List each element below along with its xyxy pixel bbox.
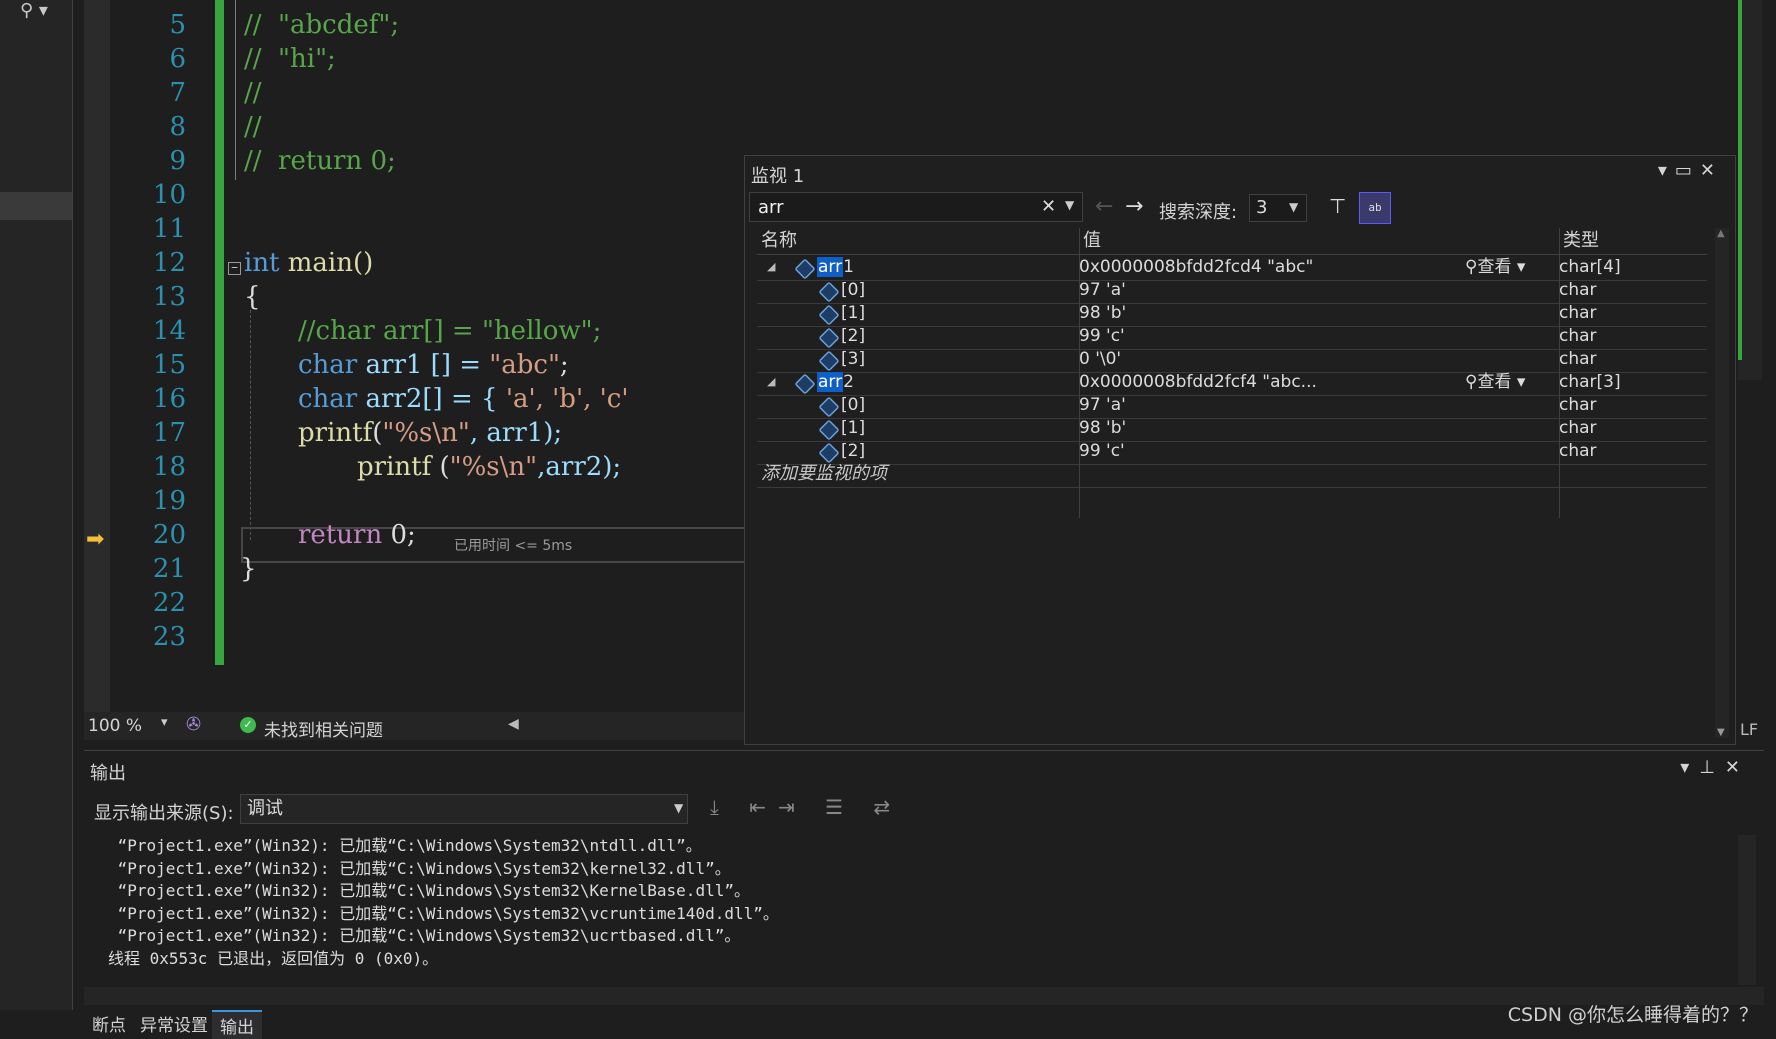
line-number: 23 [152, 622, 186, 652]
left-tool-strip: ⚲ ▾ [0, 0, 73, 1010]
check-icon: ✓ [240, 717, 256, 733]
output-line: “Project1.exe”(Win32): 已加载“C:\Windows\Sy… [108, 858, 731, 878]
col-header-value[interactable]: 值 [1079, 228, 1559, 255]
code-line-12: int main() [244, 248, 374, 278]
code-line-17: printf("%s\n", arr1); [298, 418, 563, 448]
line-number: 13 [152, 282, 186, 312]
arrow-right-icon[interactable]: → [1125, 194, 1143, 219]
search-depth-select[interactable]: 3 [1249, 194, 1307, 222]
close-icon[interactable]: ✕ [1041, 196, 1056, 217]
code-line-15: char arr1 [] = "abc"; [298, 350, 569, 380]
issues-status[interactable]: 未找到相关问题 [264, 716, 383, 741]
output-line: “Project1.exe”(Win32): 已加载“C:\Windows\Sy… [108, 881, 750, 900]
line-number: 10 [152, 180, 186, 210]
fold-guide [235, 0, 236, 180]
chevron-down-icon[interactable]: ▼ [674, 801, 683, 815]
code-line-14: //char arr[] = "hellow"; [298, 316, 602, 346]
watermark: CSDN @你怎么睡得着的？？ [1507, 1004, 1758, 1026]
code-line-21: } [240, 554, 257, 584]
column-separator[interactable] [1079, 228, 1080, 518]
zoom-level[interactable]: 100 % [88, 716, 142, 736]
pin-icon[interactable]: ⊤ [1329, 194, 1346, 218]
chevron-down-icon[interactable]: ▼ [1289, 200, 1298, 214]
line-number: 22 [152, 588, 186, 618]
code-line-9: // return 0; [244, 146, 396, 176]
execution-pointer-icon[interactable]: ➡ [86, 527, 104, 552]
code-line-16: char arr2[] = { 'a', 'b', 'c' [298, 384, 629, 414]
line-number: 11 [152, 214, 186, 244]
watch-window: 监视 1 ▾▭✕ ✕ ▼ ← → 搜索深度: 3 ▼ ⊤ ab 名称 值 类型 … [744, 155, 1736, 745]
output-panel: 输出 ▾⊥✕ 显示输出来源(S): 调试 ▼ ⤓ ⇤⇥ ☰ ⇄ “Project… [84, 750, 1764, 1011]
collapse-icon[interactable]: − [228, 262, 241, 275]
output-line: 线程 0x553c 已退出，返回值为 0 (0x0)。 [108, 948, 439, 968]
chevron-down-icon[interactable]: ▼ [1065, 198, 1074, 212]
code-line-7: // [244, 78, 262, 108]
scrollbar-change-marker [1738, 0, 1742, 360]
line-number: 21 [152, 554, 186, 584]
output-vertical-scrollbar[interactable] [1738, 835, 1756, 985]
scroll-up-icon[interactable]: ▲ [1717, 228, 1725, 239]
code-line-8: // [244, 112, 262, 142]
editor-status-bar: 100 % ▾ ✇ ✓ 未找到相关问题 ◀ [84, 712, 744, 741]
line-number: 16 [152, 384, 186, 414]
output-title[interactable]: 输出 [90, 759, 126, 785]
line-number: 6 [169, 44, 186, 74]
line-number: 12 [152, 248, 186, 278]
output-source-select[interactable]: 调试 [240, 794, 688, 824]
code-line-13: { [244, 282, 261, 312]
line-number: 18 [152, 452, 186, 482]
window-controls[interactable]: ▾▭✕ [1658, 160, 1723, 181]
output-source-label: 显示输出来源(S): [94, 803, 234, 824]
add-watch-item[interactable]: 添加要监视的项 [757, 461, 1707, 488]
scroll-left-icon[interactable]: ◀ [508, 716, 519, 732]
line-number: 15 [152, 350, 186, 380]
line-ending-indicator[interactable]: LF [1740, 720, 1758, 739]
line-number: 7 [169, 78, 186, 108]
chevron-down-icon[interactable]: ▾ [161, 715, 168, 730]
code-line-5: // "abcdef"; [244, 10, 400, 40]
intellicode-icon[interactable]: ✇ [186, 714, 201, 735]
arrow-left-icon[interactable]: ← [1095, 194, 1113, 219]
breakpoint-gutter[interactable] [84, 0, 110, 712]
code-line-6: // "hi"; [244, 44, 336, 74]
tab-output[interactable]: 输出 [212, 1010, 262, 1039]
watch-vertical-scrollbar[interactable]: ▲ ▼ [1715, 228, 1729, 738]
line-number: 19 [152, 486, 186, 516]
change-tracking-bar [215, 0, 224, 665]
line-number: 9 [169, 146, 186, 176]
window-controls[interactable]: ▾⊥✕ [1680, 757, 1750, 778]
code-line-18: printf ("%s\n",arr2); [357, 452, 622, 482]
output-line: “Project1.exe”(Win32): 已加载“C:\Windows\Sy… [108, 926, 741, 945]
line-number: 8 [169, 112, 186, 142]
indent-guide [250, 310, 251, 540]
column-separator[interactable] [1559, 228, 1560, 518]
search-tool-icon[interactable]: ⚲ ▾ [20, 0, 68, 21]
hex-display-icon[interactable]: ab [1359, 192, 1391, 224]
output-line: “Project1.exe”(Win32): 已加载“C:\Windows\Sy… [108, 903, 779, 923]
watch-search-input[interactable] [749, 192, 1083, 222]
line-number: 17 [152, 418, 186, 448]
line-number: 14 [152, 316, 186, 346]
search-depth-label: 搜索深度: [1159, 202, 1238, 223]
scroll-down-icon[interactable]: ▼ [1717, 727, 1725, 738]
line-number: 20 [152, 520, 186, 550]
output-line: “Project1.exe”(Win32): 已加载“C:\Windows\Sy… [108, 836, 702, 855]
watch-title[interactable]: 监视 1 [751, 162, 804, 188]
line-number: 5 [169, 10, 186, 40]
output-text[interactable]: “Project1.exe”(Win32): 已加载“C:\Windows\Sy… [108, 835, 1668, 970]
perf-tip[interactable]: 已用时间 <= 5ms [454, 535, 572, 555]
selected-item[interactable] [0, 192, 72, 220]
code-line-20: return 0; [298, 520, 416, 550]
col-header-name[interactable]: 名称 [757, 228, 1079, 255]
col-header-type[interactable]: 类型 [1559, 228, 1707, 255]
output-toolbar[interactable]: ⤓ ⇤⇥ ☰ ⇄ [710, 795, 902, 819]
